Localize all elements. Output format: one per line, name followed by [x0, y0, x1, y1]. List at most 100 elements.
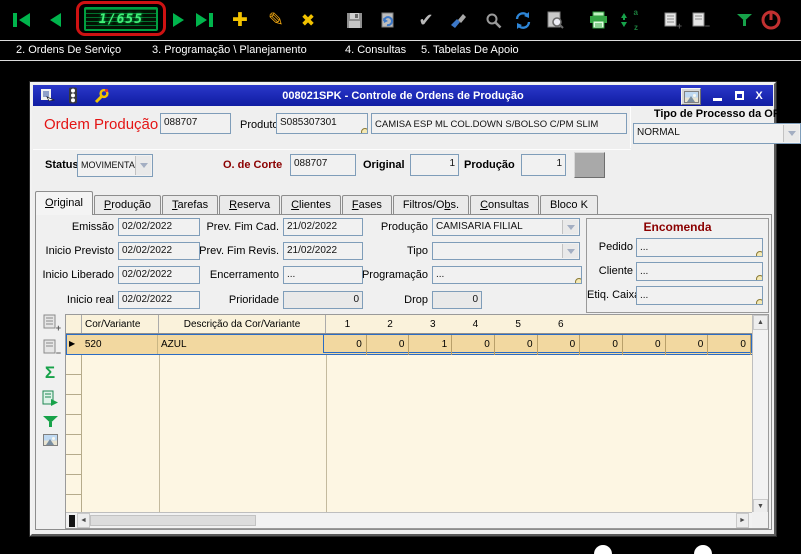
ordem-corte-label: O. de Corte	[223, 159, 283, 171]
produto-descricao-field[interactable]: CAMISA ESP ML COL.DOWN S/BOLSO C/PM SLIM	[371, 113, 627, 134]
original-field[interactable]: 1	[410, 154, 459, 176]
size-3-header[interactable]: 3	[411, 315, 454, 333]
tab-producao[interactable]: Produção	[93, 195, 162, 215]
tab-consultas[interactable]: Consultas	[470, 195, 540, 215]
tab-clientes[interactable]: Clientes	[281, 195, 341, 215]
programacao-field[interactable]: ...	[432, 266, 582, 284]
status-gray-button[interactable]	[574, 152, 605, 178]
grid-vertical-scrollbar[interactable]: ▲ ▼	[752, 315, 768, 514]
qty-cell[interactable]: 0	[666, 335, 709, 356]
size-6-header[interactable]: 6	[539, 315, 582, 333]
refresh-icon[interactable]	[511, 8, 535, 32]
header-separator	[33, 149, 631, 150]
lookup-magnifier-icon[interactable]	[756, 299, 762, 304]
sort-icon[interactable]: a z	[614, 8, 638, 32]
chevron-down-icon[interactable]	[562, 220, 578, 234]
window-titlebar[interactable]: 008021SPK - Controle de Ordens de Produç…	[33, 85, 773, 106]
delete-record-icon[interactable]: ✖	[296, 8, 320, 32]
tab-filtros-obs[interactable]: Filtros/Obs.	[392, 195, 470, 215]
etiq-caixa-field[interactable]: ...	[636, 286, 763, 305]
minimize-icon[interactable]	[707, 87, 727, 104]
pedido-field[interactable]: ...	[636, 238, 763, 257]
clear-brush-icon[interactable]	[446, 8, 470, 32]
print-icon[interactable]	[586, 8, 610, 32]
image-icon[interactable]	[681, 88, 701, 105]
form-icon[interactable]	[37, 87, 57, 104]
edit-record-icon[interactable]: ✎	[264, 8, 288, 32]
preview-icon[interactable]	[543, 8, 567, 32]
first-record-icon[interactable]	[10, 8, 34, 32]
qty-cell[interactable]: 0	[538, 335, 581, 356]
ordem-producao-field[interactable]: 088707	[160, 113, 231, 134]
size-4-header[interactable]: 4	[454, 315, 497, 333]
menu-tabelas-apoio[interactable]: 5. Tabelas De Apoio	[421, 44, 519, 56]
grid-remove-line-icon[interactable]: −	[39, 336, 61, 358]
tab-original[interactable]: Original	[35, 191, 93, 215]
menu-consultas[interactable]: 4. Consultas	[345, 44, 406, 56]
tipo-dropdown[interactable]	[432, 242, 580, 260]
size-5-header[interactable]: 5	[497, 315, 540, 333]
lookup-magnifier-icon[interactable]	[756, 275, 762, 280]
next-record-icon[interactable]	[167, 8, 191, 32]
close-icon[interactable]: X	[749, 87, 769, 104]
add-line-icon[interactable]: +	[659, 8, 683, 32]
scroll-up-icon[interactable]: ▲	[753, 315, 768, 330]
drop-field[interactable]: 0	[432, 291, 482, 309]
qty-cell[interactable]: 0	[495, 335, 538, 356]
descricao-header[interactable]: Descrição da Cor/Variante	[159, 315, 326, 333]
status-dropdown[interactable]: MOVIMENTADO	[77, 154, 153, 177]
grid-add-line-icon[interactable]: +	[39, 311, 61, 333]
tab-bloco-k[interactable]: Bloco K	[540, 195, 598, 215]
menu-programacao[interactable]: 3. Programação \ Planejamento	[152, 44, 307, 56]
tab-reserva[interactable]: Reserva	[219, 195, 281, 215]
lookup-magnifier-icon[interactable]	[756, 251, 762, 256]
menu-ordens-servico[interactable]: 2. Ordens De Serviço	[16, 44, 121, 56]
ordem-corte-field[interactable]: 088707	[290, 154, 356, 176]
renew-icon[interactable]	[376, 8, 400, 32]
prev-record-icon[interactable]	[43, 8, 67, 32]
qty-cell[interactable]: 1	[409, 335, 453, 356]
grid-horizontal-scrollbar[interactable]: ◄ ►	[66, 512, 753, 528]
maximize-icon[interactable]	[729, 87, 749, 104]
chevron-down-icon[interactable]	[562, 244, 578, 258]
cor-variante-header[interactable]: Cor/Variante	[82, 315, 159, 333]
chevron-down-icon[interactable]	[135, 156, 151, 175]
lookup-magnifier-icon[interactable]	[575, 278, 581, 283]
traffic-light-icon[interactable]	[63, 87, 83, 104]
row-cor-cell[interactable]: 520	[82, 335, 158, 354]
qty-cell[interactable]: 0	[452, 335, 495, 356]
confirm-icon[interactable]: ✔	[414, 8, 438, 32]
chevron-down-icon[interactable]	[783, 125, 799, 142]
row-desc-cell[interactable]: AZUL	[158, 335, 323, 354]
remove-line-icon[interactable]: −	[687, 8, 711, 32]
qty-cell[interactable]: 0	[623, 335, 666, 356]
tipo-processo-dropdown[interactable]: NORMAL	[633, 123, 801, 144]
search-icon[interactable]	[481, 8, 505, 32]
scroll-left-icon[interactable]: ◄	[77, 513, 90, 528]
scroll-right-icon[interactable]: ►	[736, 513, 749, 528]
filter-icon[interactable]	[732, 8, 756, 32]
tab-fases[interactable]: Fases	[341, 195, 392, 215]
cliente-field[interactable]: ...	[636, 262, 763, 281]
qty-cell[interactable]: 0	[708, 335, 751, 356]
save-icon[interactable]	[342, 8, 366, 32]
producao-dropdown[interactable]: CAMISARIA FILIAL	[432, 218, 580, 236]
sum-icon[interactable]: Σ	[39, 362, 61, 384]
qty-cell[interactable]: 0	[367, 335, 410, 356]
size-1-header[interactable]: 1	[326, 315, 369, 333]
size-2-header[interactable]: 2	[369, 315, 412, 333]
tab-tarefas[interactable]: Tarefas	[162, 195, 219, 215]
qty-cell[interactable]: 0	[324, 335, 367, 356]
last-record-icon[interactable]	[192, 8, 216, 32]
grid-selected-row[interactable]: ▶ 520 AZUL 0 0 1 0 0 0 0 0 0 0	[66, 334, 753, 356]
wrench-icon[interactable]	[91, 87, 111, 104]
add-record-icon[interactable]: ✚	[228, 8, 252, 32]
qty-cell[interactable]: 0	[580, 335, 623, 356]
producao-count-field[interactable]: 1	[521, 154, 566, 176]
copy-document-icon[interactable]	[39, 387, 61, 409]
exit-icon[interactable]	[759, 8, 783, 32]
grid-image-icon[interactable]	[39, 429, 61, 451]
lookup-magnifier-icon[interactable]	[361, 128, 367, 133]
produto-field[interactable]: S085307301	[276, 113, 368, 134]
hscroll-thumb[interactable]	[90, 515, 256, 526]
